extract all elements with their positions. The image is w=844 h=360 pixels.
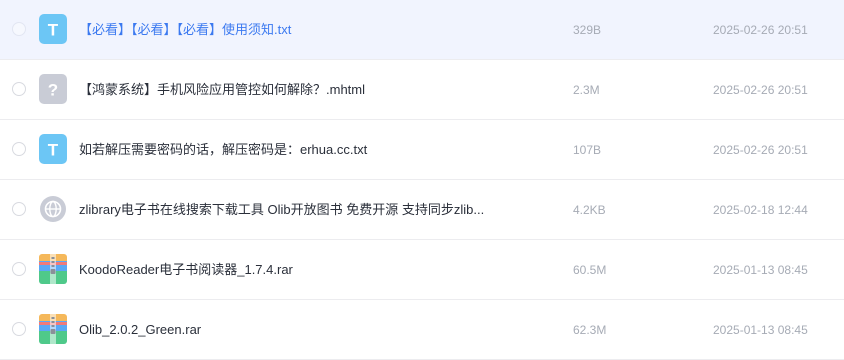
- svg-text:?: ?: [48, 81, 58, 100]
- file-size: 329B: [573, 23, 602, 37]
- select-checkbox[interactable]: [12, 322, 26, 336]
- select-checkbox[interactable]: [12, 142, 26, 156]
- file-list: T 【必看】【必看】【必看】使用须知.txt 329B 2025-02-26 2…: [0, 0, 844, 360]
- archive-file-icon: [39, 314, 67, 344]
- file-size: 107B: [573, 143, 602, 157]
- file-size: 4.2KB: [573, 203, 606, 217]
- file-name[interactable]: 【鸿蒙系统】手机风险应用管控如何解除？.mhtml: [79, 81, 509, 98]
- select-checkbox[interactable]: [12, 82, 26, 96]
- file-name[interactable]: Olib_2.0.2_Green.rar: [79, 321, 509, 338]
- unknown-file-icon: ?: [39, 74, 67, 104]
- file-date: 2025-02-26 20:51: [713, 23, 808, 37]
- file-name[interactable]: KoodoReader电子书阅读器_1.7.4.rar: [79, 261, 509, 278]
- file-row[interactable]: ? 【鸿蒙系统】手机风险应用管控如何解除？.mhtml 2.3M 2025-02…: [0, 60, 844, 120]
- txt-file-icon: T: [39, 134, 67, 164]
- file-row[interactable]: KoodoReader电子书阅读器_1.7.4.rar 60.5M 2025-0…: [0, 240, 844, 300]
- svg-text:T: T: [48, 21, 59, 40]
- file-size: 2.3M: [573, 83, 600, 97]
- file-name[interactable]: 如若解压需要密码的话，解压密码是：erhua.cc.txt: [79, 141, 509, 158]
- select-checkbox[interactable]: [12, 202, 26, 216]
- file-date: 2025-02-18 12:44: [713, 203, 808, 217]
- file-row[interactable]: Olib_2.0.2_Green.rar 62.3M 2025-01-13 08…: [0, 300, 844, 360]
- txt-file-icon: T: [39, 14, 67, 44]
- file-name[interactable]: zlibrary电子书在线搜索下载工具 Olib开放图书 免费开源 支持同步zl…: [79, 201, 509, 218]
- archive-file-icon: [39, 254, 67, 284]
- file-row[interactable]: zlibrary电子书在线搜索下载工具 Olib开放图书 免费开源 支持同步zl…: [0, 180, 844, 240]
- select-checkbox[interactable]: [12, 262, 26, 276]
- file-size: 62.3M: [573, 323, 607, 337]
- file-date: 2025-01-13 08:45: [713, 323, 808, 337]
- file-date: 2025-02-26 20:51: [713, 83, 808, 97]
- file-date: 2025-01-13 08:45: [713, 263, 808, 277]
- svg-text:T: T: [48, 141, 59, 160]
- web-link-icon: [39, 194, 67, 224]
- file-row[interactable]: T 如若解压需要密码的话，解压密码是：erhua.cc.txt 107B 202…: [0, 120, 844, 180]
- file-date: 2025-02-26 20:51: [713, 143, 808, 157]
- file-name[interactable]: 【必看】【必看】【必看】使用须知.txt: [79, 21, 509, 38]
- file-size: 60.5M: [573, 263, 607, 277]
- select-checkbox[interactable]: [12, 22, 26, 36]
- file-row[interactable]: T 【必看】【必看】【必看】使用须知.txt 329B 2025-02-26 2…: [0, 0, 844, 60]
